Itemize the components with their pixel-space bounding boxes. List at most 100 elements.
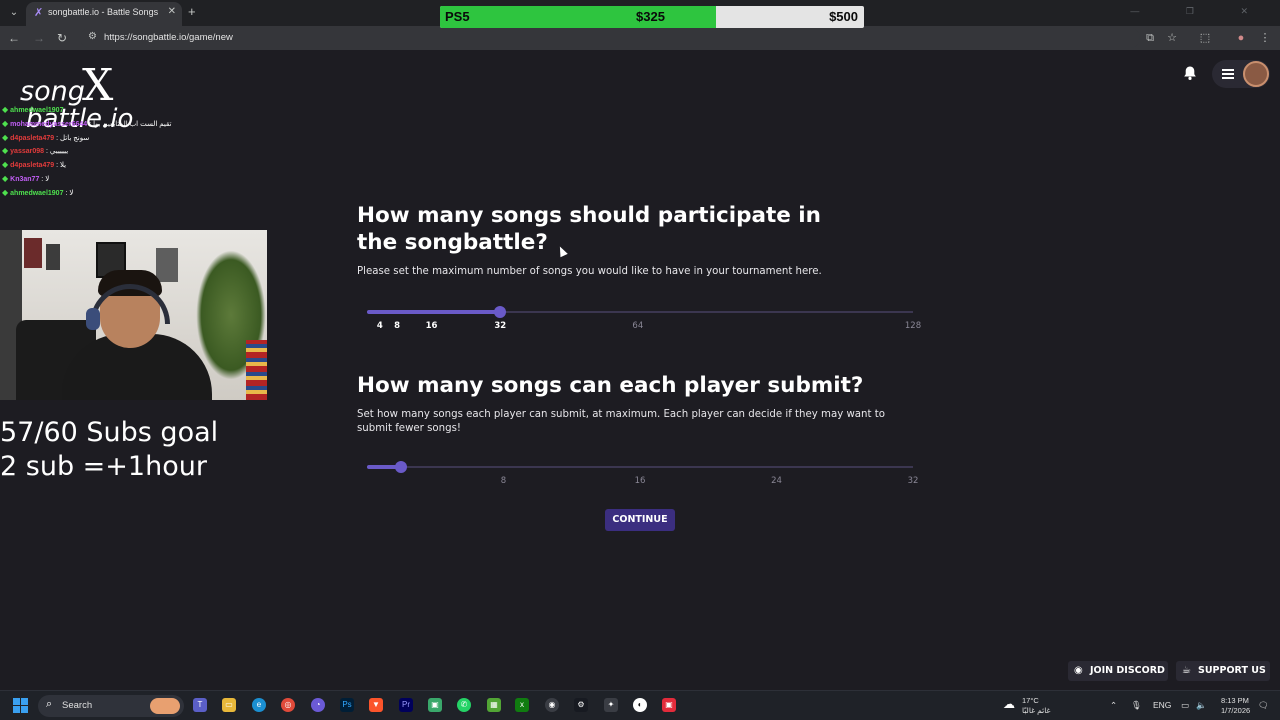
volume-icon[interactable]: 🔈: [1196, 700, 1207, 711]
language-indicator[interactable]: ENG: [1153, 700, 1171, 710]
app-green-icon[interactable]: ▣: [428, 698, 442, 712]
chat-text: : يلا: [54, 162, 67, 170]
notification-bell-icon[interactable]: [1182, 65, 1198, 81]
whatsapp-icon[interactable]: ✆: [457, 698, 471, 712]
question2-title: How many songs can each player submit?: [357, 373, 864, 398]
slider-tick-label[interactable]: 8: [501, 476, 506, 486]
chat-message: ◆ yassar098 : ييييييي: [2, 144, 202, 158]
max-songs-slider[interactable]: 4 8 16 32 64 128: [367, 306, 921, 336]
donation-goal-fill: [440, 6, 716, 28]
tab-title: songbattle.io - Battle Songs ag...: [48, 7, 160, 17]
user-menu-button[interactable]: [1212, 60, 1270, 88]
chat-message: ◆ ahmedwael1907 : لا: [2, 186, 202, 200]
browser-tab[interactable]: ✗ songbattle.io - Battle Songs ag... ✕: [26, 2, 182, 26]
chat-badge-icon: ◆: [2, 160, 9, 170]
site-info-icon[interactable]: ⚙: [88, 31, 97, 42]
chat-badge-icon: ◆: [2, 105, 9, 114]
back-icon[interactable]: ←: [7, 30, 21, 46]
chat-badge-icon: ◆: [2, 173, 9, 183]
minecraft-icon[interactable]: ▦: [487, 698, 501, 712]
chat-badge-icon: ◆: [2, 146, 9, 156]
brave-icon[interactable]: ▼: [369, 698, 383, 712]
songs-per-player-slider[interactable]: 8 16 24 32: [367, 461, 918, 491]
taskbar-search[interactable]: ⌕ Search: [38, 695, 184, 717]
clock-time[interactable]: 8:13 PM: [1221, 696, 1249, 705]
slider-track[interactable]: [367, 466, 913, 468]
chat-text: : تقيم الست اب المتابعين بوا: [87, 120, 172, 128]
steam-icon[interactable]: ⚙: [574, 698, 588, 712]
file-explorer-icon[interactable]: ▭: [222, 698, 236, 712]
slider-tick-label[interactable]: 32: [494, 321, 506, 331]
slider-tick-label[interactable]: 64: [632, 321, 643, 331]
chat-username: d4pasleta479: [10, 134, 55, 142]
window-controls[interactable]: — ❐ ✕: [1130, 6, 1270, 17]
continue-button[interactable]: CONTINUE: [605, 509, 675, 531]
network-icon[interactable]: ▭: [1181, 700, 1189, 711]
address-bar[interactable]: ⚙ https://songbattle.io/game/new: [80, 28, 1140, 48]
tab-search-icon[interactable]: ⌄: [6, 5, 22, 21]
streamer: [62, 270, 212, 400]
windows-start-icon[interactable]: [13, 698, 29, 714]
subscriber-goal-text: 57/60 Subs goal 2 sub =+1hour: [0, 416, 218, 484]
goal-label: PS5: [445, 9, 470, 24]
goal-current-amount: $325: [636, 9, 665, 24]
photoshop-icon[interactable]: Ps: [340, 698, 354, 712]
slider-tick-label[interactable]: 16: [426, 321, 438, 331]
slider-track-fill: [367, 310, 501, 314]
chat-username: mohammedyasser6644: [10, 120, 88, 128]
user-avatar: [1243, 61, 1269, 87]
chat-message: ◆ mohammedyasser6644 : تقيم الست اب المتا…: [2, 117, 202, 131]
bookmark-star-icon[interactable]: ☆: [1165, 31, 1179, 45]
messenger-icon[interactable]: ◔: [311, 698, 325, 712]
search-icon: ⌕: [46, 698, 53, 710]
tray-overflow-icon[interactable]: ⌃: [1110, 700, 1117, 711]
teams-icon[interactable]: T: [193, 698, 207, 712]
search-highlight-icon: [150, 698, 180, 714]
clock-date[interactable]: 1/7/2026: [1221, 706, 1250, 715]
join-discord-button[interactable]: ◉ JOIN DISCORD: [1068, 661, 1168, 681]
forward-icon[interactable]: →: [32, 30, 46, 46]
premiere-icon[interactable]: Pr: [399, 698, 413, 712]
support-us-button[interactable]: ☕ SUPPORT US: [1176, 661, 1270, 681]
slider-tick-label[interactable]: 8: [394, 321, 400, 331]
slider-thumb[interactable]: [395, 461, 408, 473]
subgoal-line1: 57/60 Subs goal: [0, 417, 219, 448]
slider-tick-label[interactable]: 16: [635, 476, 646, 486]
donation-goal-bar: PS5 $325 $500: [440, 6, 864, 28]
windows-taskbar: ⌕ Search T ▭ e ◎ ◔ Ps ▼ Pr ▣ ✆ ▦ x ◉ ⚙ ✦…: [0, 690, 1280, 720]
chat-text: : سونج باتل: [54, 134, 90, 142]
chat-username: ahmedwael1907: [10, 189, 64, 197]
question2-description: Set how many songs each player can submi…: [357, 409, 885, 434]
obs-icon[interactable]: ◉: [545, 698, 559, 712]
excel-icon[interactable]: x: [515, 698, 529, 712]
app-circle-icon[interactable]: ◐: [633, 698, 647, 712]
chat-message: ◆ d4pasleta479 : سونج باتل: [2, 131, 202, 145]
weather-icon[interactable]: ☁: [1002, 697, 1016, 711]
webcam-poster: [24, 238, 42, 268]
slider-thumb[interactable]: [494, 306, 507, 318]
slider-tick-label[interactable]: 128: [905, 321, 921, 331]
new-tab-icon[interactable]: +: [188, 5, 196, 19]
question1-description: Please set the maximum number of songs y…: [357, 266, 822, 277]
app-icon[interactable]: ✦: [604, 698, 618, 712]
app-red-icon[interactable]: ▣: [662, 698, 676, 712]
join-discord-label: JOIN DISCORD: [1090, 665, 1165, 676]
reload-icon[interactable]: ↻: [55, 30, 69, 46]
goal-target-amount: $500: [829, 9, 858, 24]
slider-tick-label[interactable]: 4: [377, 321, 383, 331]
chrome-icon[interactable]: ◎: [281, 698, 295, 712]
slider-tick-label[interactable]: 32: [908, 476, 919, 486]
install-app-icon[interactable]: ⧉: [1143, 31, 1157, 45]
microphone-icon[interactable]: 🎙: [1131, 700, 1142, 711]
tab-close-icon[interactable]: ✕: [168, 6, 176, 17]
extensions-icon[interactable]: ⬚: [1198, 31, 1212, 45]
profile-icon[interactable]: ●: [1234, 31, 1248, 45]
chat-badge-icon: ◆: [2, 187, 9, 197]
edge-icon[interactable]: e: [252, 698, 266, 712]
page-content: song X battle.io ◆ ahmedwael1907 ◆ mohamme…: [0, 50, 1280, 690]
discord-icon: ◉: [1074, 665, 1083, 676]
slider-tick-label[interactable]: 24: [771, 476, 782, 486]
browser-menu-icon[interactable]: ⋮: [1258, 31, 1272, 45]
chat-message: ◆ Kn3an77 : لا: [2, 172, 202, 186]
notification-center-icon[interactable]: 🗨: [1258, 700, 1269, 711]
